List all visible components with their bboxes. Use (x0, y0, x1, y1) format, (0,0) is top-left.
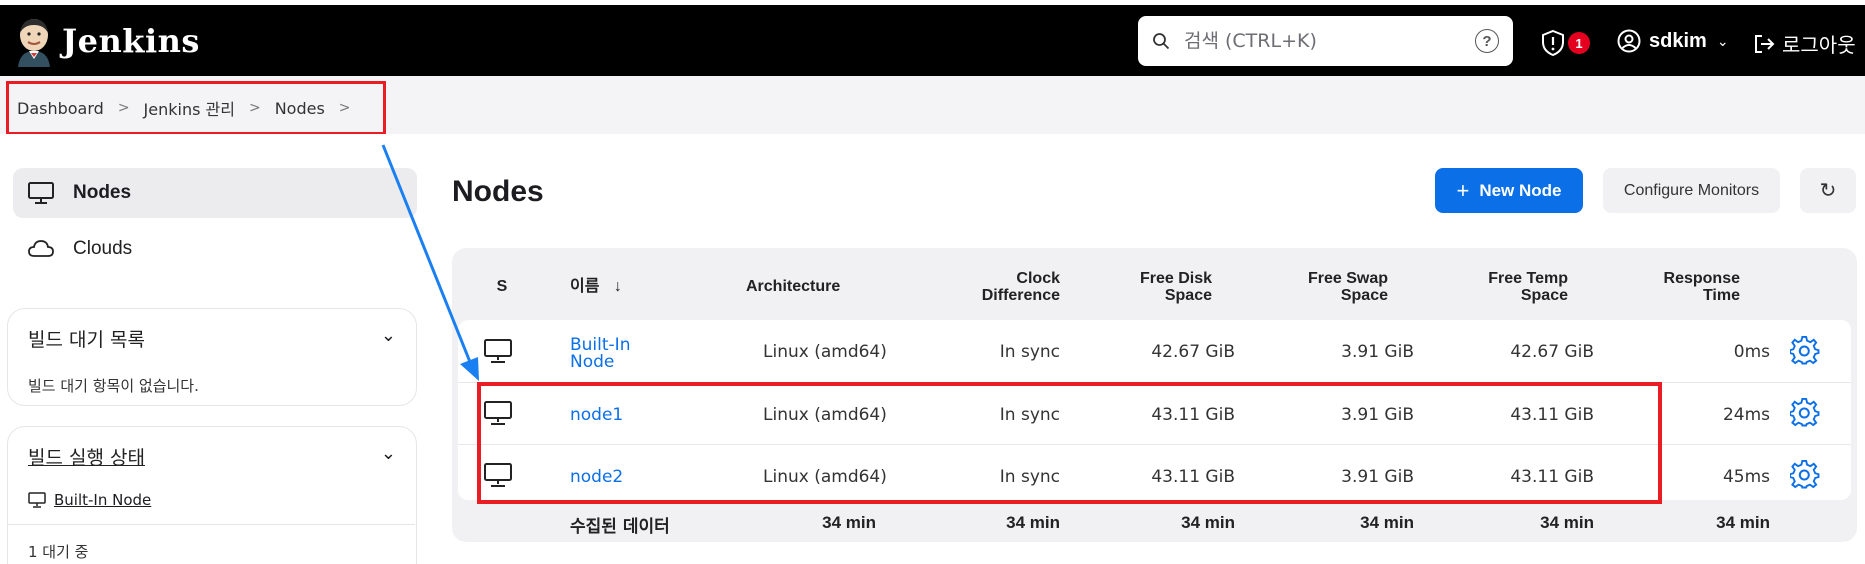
breadcrumb-nodes[interactable]: Nodes (275, 99, 325, 118)
data-age-cell: 34 min (1716, 513, 1770, 532)
chevron-right-icon: > (248, 100, 261, 116)
chevron-down-icon[interactable]: ⌄ (381, 325, 396, 346)
security-alerts[interactable]: 1 (1540, 29, 1590, 57)
col-header-clock[interactable]: Clock Difference (940, 270, 1060, 304)
col-header-name-label: 이름 (570, 276, 600, 295)
logout-label: 로그아웃 (1782, 33, 1856, 57)
app-name: Jenkins (62, 22, 200, 60)
node-name-line2: Node (570, 352, 615, 372)
collected-data-label: 수집된 데이터 (570, 517, 670, 537)
configure-monitors-label: Configure Monitors (1623, 181, 1760, 199)
search-input[interactable] (1184, 30, 1454, 52)
swap-cell: 3.91 GiB (1341, 342, 1414, 362)
top-header: Jenkins ? 1 sdkim ⌄ 로그아웃 (0, 5, 1865, 76)
configure-monitors-button[interactable]: Configure Monitors (1603, 168, 1780, 213)
sidebar-item-label: Nodes (73, 182, 132, 203)
chevron-right-icon: > (117, 100, 130, 116)
logout-icon (1755, 34, 1775, 53)
jenkins-butler-icon (18, 19, 50, 67)
sidebar-item-label: Clouds (73, 238, 133, 259)
divider (8, 524, 415, 525)
plus-icon: + (1456, 177, 1470, 203)
data-age-cell: 34 min (1006, 513, 1060, 532)
build-queue-panel: 빌드 대기 목록 ⌄ 빌드 대기 항목이 없습니다. (7, 308, 417, 406)
logout-link[interactable]: 로그아웃 (1752, 29, 1856, 58)
data-age-cell: 34 min (1360, 513, 1414, 532)
executor-status-title[interactable]: 빌드 실행 상태 (28, 443, 145, 470)
col-header-swap[interactable]: Free Swap Space (1268, 270, 1388, 304)
data-age-cell: 34 min (1540, 513, 1594, 532)
col-header-temp-line1: Free Temp (1488, 270, 1568, 287)
breadcrumb-dashboard[interactable]: Dashboard (17, 99, 104, 118)
computer-icon (28, 492, 46, 508)
annotation-highlight-box (477, 382, 1662, 504)
computer-icon (484, 339, 512, 363)
col-header-temp[interactable]: Free Temp Space (1448, 270, 1568, 304)
build-queue-title[interactable]: 빌드 대기 목록 (28, 325, 145, 352)
col-header-status[interactable]: S (492, 278, 512, 295)
help-icon[interactable]: ? (1475, 29, 1499, 53)
security-count-badge: 1 (1568, 32, 1590, 54)
disk-cell: 42.67 GiB (1151, 342, 1235, 362)
new-node-label: New Node (1479, 180, 1562, 200)
col-header-name[interactable]: 이름 ↓ (570, 277, 622, 295)
col-header-clock-line2: Difference (981, 287, 1060, 304)
jenkins-logo[interactable]: Jenkins (14, 15, 200, 67)
breadcrumb: Dashboard > Jenkins 관리 > Nodes > (6, 81, 386, 135)
col-header-response-line1: Response (1663, 270, 1740, 287)
col-header-response[interactable]: Response Time (1620, 270, 1740, 304)
clock-cell: In sync (999, 342, 1060, 362)
gear-icon[interactable] (1790, 336, 1820, 366)
chevron-down-icon[interactable]: ⌄ (381, 443, 396, 464)
sidebar-item-clouds[interactable]: Clouds (13, 224, 417, 274)
page-title: Nodes (452, 175, 544, 208)
col-header-disk[interactable]: Free Disk Space (1092, 270, 1212, 304)
executor-node-link[interactable]: Built-In Node (28, 491, 151, 509)
chevron-right-icon[interactable]: > (339, 100, 351, 116)
user-menu[interactable]: sdkim ⌄ (1617, 29, 1729, 53)
chevron-down-icon: ⌄ (1716, 32, 1729, 49)
computer-icon (28, 182, 54, 204)
shield-icon (1542, 29, 1564, 57)
gear-icon[interactable] (1790, 460, 1820, 490)
col-header-swap-line2: Space (1340, 287, 1388, 304)
sidebar-item-nodes[interactable]: Nodes (13, 168, 417, 218)
col-header-disk-line1: Free Disk (1139, 270, 1212, 287)
response-cell: 0ms (1733, 342, 1770, 362)
refresh-icon: ↻ (1819, 180, 1837, 202)
node-link-built-in[interactable]: Built-In Node (570, 337, 630, 371)
col-header-temp-line2: Space (1520, 287, 1568, 304)
executor-status-panel: 빌드 실행 상태 ⌄ Built-In Node 1 대기 중 (7, 426, 417, 564)
gear-icon[interactable] (1790, 398, 1820, 428)
search-icon (1153, 33, 1170, 50)
breadcrumb-manage[interactable]: Jenkins 관리 (144, 96, 235, 120)
username: sdkim (1649, 29, 1707, 52)
col-header-clock-line1: Clock (1016, 270, 1060, 287)
executor-node-label: Built-In Node (54, 491, 152, 509)
refresh-button[interactable]: ↻ (1800, 168, 1856, 213)
col-header-swap-line1: Free Swap (1307, 270, 1388, 287)
temp-cell: 42.67 GiB (1510, 342, 1594, 362)
col-header-response-line2: Time (1702, 287, 1740, 304)
cloud-icon (28, 240, 54, 257)
data-age-cell: 34 min (822, 513, 876, 532)
new-node-button[interactable]: + New Node (1435, 168, 1583, 213)
search-box[interactable]: ? (1138, 16, 1513, 66)
architecture-cell: Linux (amd64) (763, 342, 887, 362)
col-header-architecture[interactable]: Architecture (746, 278, 840, 295)
col-header-disk-line2: Space (1164, 287, 1212, 304)
user-icon (1617, 29, 1641, 53)
build-queue-empty-text: 빌드 대기 항목이 없습니다. (28, 377, 199, 395)
sort-desc-icon: ↓ (613, 278, 622, 295)
executor-idle-status: 1 대기 중 (28, 543, 89, 561)
data-age-cell: 34 min (1181, 513, 1235, 532)
